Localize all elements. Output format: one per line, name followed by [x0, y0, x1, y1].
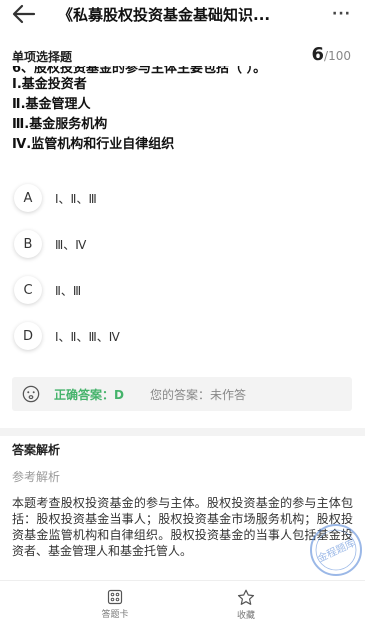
answer-card-icon: [107, 589, 123, 605]
current-question-number: 6: [311, 44, 325, 65]
question-progress: 6/100: [312, 44, 351, 65]
tab-label: 收藏: [236, 611, 255, 621]
option-b[interactable]: B Ⅲ、Ⅳ: [14, 228, 344, 260]
option-letter: B: [14, 230, 42, 258]
explanation-body: 本题考查股权投资基金的参与主体。股权投资基金的参与主体包括：股权投资基金当事人；…: [12, 496, 353, 558]
option-d[interactable]: D Ⅰ、Ⅱ、Ⅲ、Ⅳ: [14, 320, 344, 352]
your-answer: 您的答案：未作答: [149, 387, 246, 402]
statement-4: Ⅳ.监管机构和行业自律组织: [12, 137, 175, 152]
option-c[interactable]: C Ⅱ、Ⅲ: [14, 274, 344, 306]
page-title: 《私募股权投资基金基础知识...: [58, 6, 271, 24]
option-text: Ⅱ、Ⅲ: [55, 283, 82, 298]
question-stem: 6、股权投资基金的参与主体主要包括（ ）。: [12, 66, 267, 75]
option-letter: A: [14, 184, 42, 212]
option-a[interactable]: A Ⅰ、Ⅱ、Ⅲ: [14, 182, 344, 214]
sad-face-icon: [22, 385, 40, 403]
star-icon: [237, 589, 255, 605]
svg-text:金程题库: 金程题库: [315, 536, 357, 565]
explanation-subtitle: 参考解析: [12, 470, 61, 484]
total-questions: /100: [324, 49, 351, 63]
option-text: Ⅰ、Ⅱ、Ⅲ、Ⅳ: [55, 329, 120, 344]
explanation-title: 答案解析: [12, 443, 61, 457]
option-letter: C: [14, 276, 42, 304]
correct-answer: 正确答案：D: [54, 387, 124, 402]
question-text: 6、股权投资基金的参与主体主要包括（ ）。 Ⅰ.基金投资者 Ⅱ.基金管理人 Ⅲ.…: [12, 66, 357, 170]
more-menu-button[interactable]: ···: [332, 6, 351, 22]
tab-answer-card[interactable]: 答题卡: [85, 589, 145, 620]
tab-label: 答题卡: [101, 610, 129, 620]
top-bar: 《私募股权投资基金基础知识... ···: [0, 0, 365, 30]
statement-2: Ⅱ.基金管理人: [12, 97, 91, 112]
statement-1: Ⅰ.基金投资者: [12, 77, 87, 92]
tab-favorite[interactable]: 收藏: [216, 589, 276, 621]
question-type: 单项选择题: [12, 50, 73, 64]
watermark-stamp-icon: 金程题库: [310, 524, 362, 576]
option-text: Ⅲ、Ⅳ: [55, 237, 87, 252]
answer-result: 正确答案：D 您的答案：未作答: [12, 377, 352, 411]
back-arrow-icon[interactable]: [10, 3, 38, 25]
explanation-section: 答案解析 参考解析 本题考查股权投资基金的参与主体。股权投资基金的参与主体包括：…: [12, 441, 353, 559]
section-divider: [0, 428, 365, 436]
statement-3: Ⅲ.基金服务机构: [12, 117, 108, 132]
bottom-tab-bar: 答题卡 收藏: [0, 580, 365, 627]
option-letter: D: [14, 322, 42, 350]
option-text: Ⅰ、Ⅱ、Ⅲ: [55, 191, 97, 206]
